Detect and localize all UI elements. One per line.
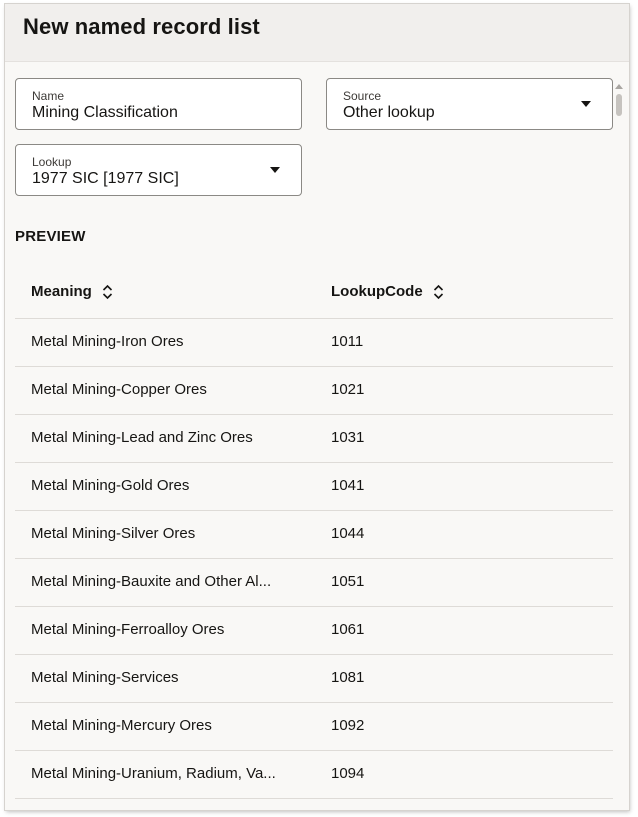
lookupcode-cell: 1021 bbox=[331, 381, 365, 398]
new-named-record-list-dialog: New named record list Name Mining Classi… bbox=[5, 4, 629, 810]
caret-down-icon[interactable] bbox=[581, 101, 591, 107]
sort-up-down-icon[interactable] bbox=[102, 284, 113, 300]
table-row[interactable]: Metal Mining-Services 1081 bbox=[15, 655, 613, 703]
meaning-cell: Metal Mining-Mercury Ores bbox=[31, 717, 212, 734]
table-row[interactable]: Metal Mining-Ferroalloy Ores 1061 bbox=[15, 607, 613, 655]
caret-down-icon[interactable] bbox=[270, 167, 280, 173]
dialog-header: New named record list bbox=[5, 4, 629, 62]
meaning-cell: Metal Mining-Copper Ores bbox=[31, 381, 207, 398]
lookupcode-cell: 1044 bbox=[331, 525, 365, 542]
table-row[interactable]: Metal Mining-Mercury Ores 1092 bbox=[15, 703, 613, 751]
vertical-scrollbar[interactable] bbox=[615, 84, 623, 124]
name-field-value[interactable]: Mining Classification bbox=[32, 104, 178, 122]
meaning-cell: Metal Mining-Ferroalloy Ores bbox=[31, 621, 225, 638]
column-header-lookupcode[interactable]: LookupCode bbox=[331, 283, 444, 300]
meaning-cell: Metal Mining-Lead and Zinc Ores bbox=[31, 429, 253, 446]
lookup-select-label: Lookup bbox=[32, 155, 72, 169]
table-header: Meaning LookupCode bbox=[15, 270, 613, 319]
sort-up-down-icon[interactable] bbox=[433, 284, 444, 300]
lookupcode-cell: 1081 bbox=[331, 669, 365, 686]
meaning-cell: Metal Mining-Services bbox=[31, 669, 179, 686]
dialog-title: New named record list bbox=[23, 14, 260, 39]
lookup-select[interactable]: Lookup 1977 SIC [1977 SIC] bbox=[15, 144, 302, 196]
meaning-cell: Metal Mining-Silver Ores bbox=[31, 525, 196, 542]
meaning-cell: Metal Mining-Iron Ores bbox=[31, 333, 184, 350]
scrollbar-thumb[interactable] bbox=[616, 94, 622, 116]
lookupcode-cell: 1041 bbox=[331, 477, 365, 494]
preview-heading: PREVIEW bbox=[15, 228, 86, 245]
name-field[interactable]: Name Mining Classification bbox=[15, 78, 302, 130]
lookupcode-cell: 1051 bbox=[331, 573, 365, 590]
scroll-up-arrow-icon[interactable] bbox=[615, 84, 623, 89]
meaning-cell: Metal Mining-Gold Ores bbox=[31, 477, 190, 494]
lookupcode-cell: 1061 bbox=[331, 621, 365, 638]
meaning-cell: Metal Mining-Uranium, Radium, Va... bbox=[31, 765, 276, 782]
table-row[interactable]: Metal Mining-Gold Ores 1041 bbox=[15, 463, 613, 511]
lookupcode-cell: 1011 bbox=[331, 333, 364, 350]
meaning-cell: Metal Mining-Bauxite and Other Al... bbox=[31, 573, 272, 590]
table-row[interactable]: Metal Mining-Copper Ores 1021 bbox=[15, 367, 613, 415]
table-row[interactable]: Metal Mining-Uranium, Radium, Va... 1094 bbox=[15, 751, 613, 799]
lookupcode-cell: 1031 bbox=[331, 429, 365, 446]
name-field-label: Name bbox=[32, 89, 65, 103]
lookupcode-cell: 1092 bbox=[331, 717, 365, 734]
source-select-value: Other lookup bbox=[343, 104, 435, 121]
table-row[interactable]: Metal Mining-Lead and Zinc Ores 1031 bbox=[15, 415, 613, 463]
lookup-select-value: 1977 SIC [1977 SIC] bbox=[32, 170, 179, 187]
table-row[interactable]: Metal Mining-Bauxite and Other Al... 105… bbox=[15, 559, 613, 607]
source-select[interactable]: Source Other lookup bbox=[326, 78, 613, 130]
column-header-label: LookupCode bbox=[331, 283, 423, 300]
column-header-label: Meaning bbox=[31, 283, 92, 300]
preview-table: Meaning LookupCode Metal Mining-Iron Ore… bbox=[15, 270, 613, 799]
lookupcode-cell: 1094 bbox=[331, 765, 365, 782]
column-header-meaning[interactable]: Meaning bbox=[31, 283, 113, 300]
table-row[interactable]: Metal Mining-Silver Ores 1044 bbox=[15, 511, 613, 559]
source-select-label: Source bbox=[343, 89, 382, 103]
table-row[interactable]: Metal Mining-Iron Ores 1011 bbox=[15, 319, 613, 367]
